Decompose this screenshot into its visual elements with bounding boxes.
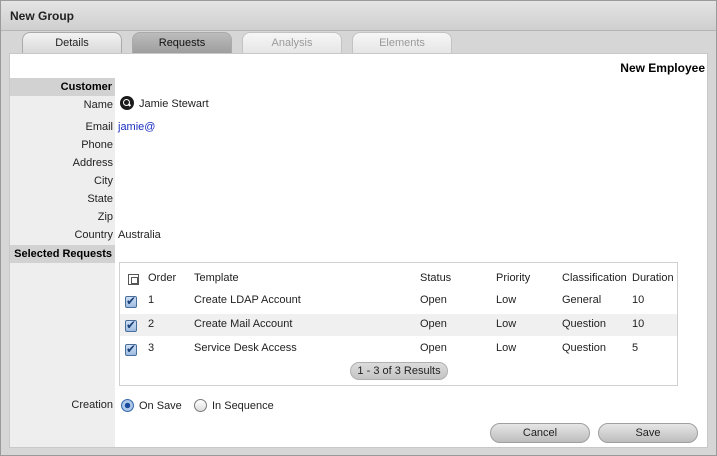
- email-label: Email: [85, 121, 113, 133]
- name-value: Jamie Stewart: [139, 98, 209, 110]
- row-template: Service Desk Access: [194, 342, 297, 354]
- in-sequence-label[interactable]: In Sequence: [212, 400, 274, 412]
- tab-elements: Elements: [352, 32, 452, 53]
- column-header-template[interactable]: Template: [194, 272, 239, 284]
- row-duration: 5: [632, 342, 639, 354]
- requests-panel: New Employee Customer Name Jamie Stewart…: [9, 53, 708, 448]
- row-classification: Question: [562, 342, 607, 354]
- window-title: New Group: [10, 9, 75, 23]
- row-priority: Low: [496, 294, 517, 306]
- on-save-label[interactable]: On Save: [139, 400, 182, 412]
- tab-bar: Details Requests Analysis Elements: [1, 31, 716, 53]
- row-duration: 10: [632, 294, 645, 306]
- row-priority: Low: [496, 342, 517, 354]
- state-label: State: [87, 193, 113, 205]
- row-status: Open: [420, 342, 447, 354]
- table-row[interactable]: 3 Service Desk Access Open Low Question …: [120, 338, 677, 360]
- address-label: Address: [72, 157, 113, 169]
- row-checkbox[interactable]: [125, 342, 137, 356]
- save-button[interactable]: Save: [598, 423, 698, 443]
- selected-requests-table: Order Template Status Priority Classific…: [119, 262, 678, 386]
- row-priority: Low: [496, 318, 517, 330]
- row-template: Create LDAP Account: [194, 294, 301, 306]
- cancel-button[interactable]: Cancel: [490, 423, 590, 443]
- table-row[interactable]: 2 Create Mail Account Open Low Question …: [120, 314, 677, 336]
- row-order: 2: [148, 318, 155, 330]
- tab-details[interactable]: Details: [22, 32, 122, 53]
- city-label: City: [94, 175, 113, 187]
- row-duration: 10: [632, 318, 645, 330]
- column-header-order[interactable]: Order: [148, 272, 176, 284]
- email-link[interactable]: jamie@: [118, 121, 155, 133]
- form-type-title: New Employee: [620, 61, 705, 75]
- window-titlebar: New Group: [1, 1, 716, 31]
- table-row[interactable]: 1 Create LDAP Account Open Low General 1…: [120, 290, 677, 312]
- row-status: Open: [420, 318, 447, 330]
- column-header-priority[interactable]: Priority: [496, 272, 530, 284]
- creation-on-save-radio[interactable]: [121, 399, 134, 412]
- row-order: 3: [148, 342, 155, 354]
- row-classification: Question: [562, 318, 607, 330]
- row-checkbox[interactable]: [125, 294, 137, 308]
- column-header-classification[interactable]: Classification: [562, 272, 627, 284]
- country-label: Country: [74, 229, 113, 241]
- creation-label: Creation: [71, 399, 113, 411]
- column-header-duration[interactable]: Duration: [632, 272, 674, 284]
- selected-requests-section-header: Selected Requests: [10, 245, 115, 263]
- tab-requests[interactable]: Requests: [132, 32, 232, 53]
- search-icon[interactable]: [120, 96, 134, 110]
- row-status: Open: [420, 294, 447, 306]
- pagination-results: 1 - 3 of 3 Results: [350, 362, 448, 380]
- row-order: 1: [148, 294, 155, 306]
- column-header-status[interactable]: Status: [420, 272, 451, 284]
- customer-section-header: Customer: [10, 78, 115, 96]
- tab-analysis: Analysis: [242, 32, 342, 53]
- creation-in-sequence-radio[interactable]: [194, 399, 207, 412]
- name-label: Name: [83, 99, 113, 111]
- select-all-checkbox-icon[interactable]: [128, 274, 139, 285]
- country-value: Australia: [118, 229, 161, 241]
- zip-label: Zip: [97, 211, 113, 223]
- row-template: Create Mail Account: [194, 318, 293, 330]
- phone-label: Phone: [81, 139, 113, 151]
- new-group-window: New Group Details Requests Analysis Elem…: [0, 0, 717, 456]
- row-checkbox[interactable]: [125, 318, 137, 332]
- row-classification: General: [562, 294, 602, 306]
